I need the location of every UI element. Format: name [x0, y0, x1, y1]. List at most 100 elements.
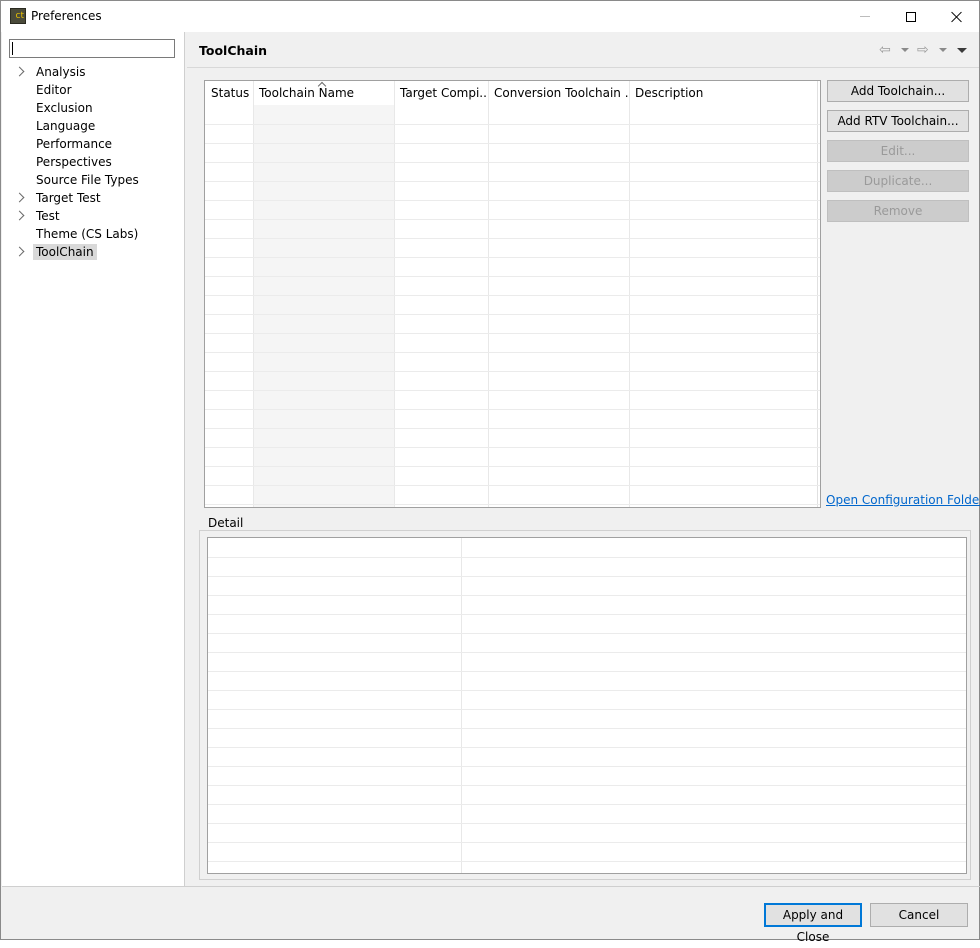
- table-row-line: [205, 333, 820, 334]
- preferences-window: ct Preferences Analysis Editor Exclusion La…: [0, 0, 980, 944]
- maximize-icon: [906, 11, 916, 22]
- text-caret: [12, 42, 13, 55]
- table-row-line: [205, 466, 820, 467]
- chevron-down-icon: [901, 48, 909, 52]
- forward-arrow-icon[interactable]: ⇨: [917, 42, 929, 58]
- detail-row-line: [208, 633, 966, 634]
- apply-and-close-button[interactable]: Apply and Close: [764, 903, 862, 944]
- table-row-line: [205, 428, 820, 429]
- close-button[interactable]: [934, 1, 980, 32]
- tree-item-label: Analysis: [36, 65, 86, 79]
- tree-item[interactable]: Language: [2, 117, 185, 135]
- table-row-line: [205, 276, 820, 277]
- table-row-line: [205, 314, 820, 315]
- add-toolchain-button[interactable]: Add Toolchain...: [827, 80, 969, 102]
- remove-button[interactable]: Remove: [827, 200, 969, 222]
- title-bar: ct Preferences: [1, 1, 979, 32]
- table-row-line: [205, 447, 820, 448]
- detail-row-line: [208, 747, 966, 748]
- tree-item-label: Source File Types: [36, 173, 139, 187]
- preference-page: ToolChain ⇦ ⇨ Status Toolchain Name Target…: [187, 32, 980, 886]
- table-row-line: [205, 162, 820, 163]
- menu-down-icon: [957, 47, 967, 53]
- tree-item-label: Theme (CS Labs): [36, 227, 139, 241]
- detail-row-line: [208, 576, 966, 577]
- detail-row-line: [208, 595, 966, 596]
- table-row-line: [205, 200, 820, 201]
- chevron-right-icon[interactable]: [14, 66, 25, 77]
- detail-row-line: [208, 842, 966, 843]
- table-row-line: [205, 352, 820, 353]
- chevron-down-icon: [939, 48, 947, 52]
- table-row-line: [205, 504, 820, 505]
- tree-item[interactable]: Test: [2, 207, 185, 225]
- window-title: Preferences: [31, 9, 102, 23]
- detail-row-line: [208, 652, 966, 653]
- edit-button[interactable]: Edit...: [827, 140, 969, 162]
- chevron-right-icon[interactable]: [14, 192, 25, 203]
- cancel-button[interactable]: Cancel: [870, 903, 968, 927]
- back-arrow-icon[interactable]: ⇦: [879, 42, 891, 58]
- table-row-line: [205, 238, 820, 239]
- duplicate-button[interactable]: Duplicate...: [827, 170, 969, 192]
- tree-item[interactable]: Target Test: [2, 189, 185, 207]
- back-history-dropdown[interactable]: [901, 42, 909, 58]
- detail-row-line: [208, 823, 966, 824]
- table-row-line: [205, 485, 820, 486]
- view-menu-button[interactable]: [957, 42, 967, 58]
- tree-item-label: ToolChain: [33, 244, 97, 260]
- tree-item-label: Editor: [36, 83, 72, 97]
- chevron-right-icon[interactable]: [14, 246, 25, 257]
- detail-table[interactable]: [207, 537, 967, 874]
- maximize-button[interactable]: [888, 1, 934, 32]
- table-row-line: [205, 371, 820, 372]
- table-header: Status Toolchain Name Target Compi... Conve…: [205, 81, 820, 105]
- close-icon: [951, 11, 963, 23]
- column-header[interactable]: Description: [629, 81, 817, 105]
- detail-row-line: [208, 861, 966, 862]
- detail-row-line: [208, 614, 966, 615]
- table-row-line: [205, 181, 820, 182]
- detail-row-line: [208, 690, 966, 691]
- table-row-line: [205, 295, 820, 296]
- tree-item[interactable]: Editor: [2, 81, 185, 99]
- page-title: ToolChain: [199, 43, 268, 58]
- tree-item-label: Test: [36, 209, 60, 223]
- detail-row-line: [208, 766, 966, 767]
- forward-history-dropdown[interactable]: [939, 42, 947, 58]
- tree-item-label: Target Test: [36, 191, 101, 205]
- column-header[interactable]: Target Compi...: [394, 81, 488, 105]
- tree-item[interactable]: ToolChain: [2, 243, 185, 261]
- filter-input[interactable]: [9, 39, 175, 58]
- table-row-line: [205, 409, 820, 410]
- tree-item-label: Performance: [36, 137, 113, 151]
- table-row-line: [205, 390, 820, 391]
- tree-item[interactable]: Exclusion: [2, 99, 185, 117]
- minimize-icon: [860, 16, 870, 17]
- title-separator: [187, 67, 979, 68]
- table-row-line: [205, 219, 820, 220]
- minimize-button[interactable]: [842, 1, 888, 32]
- table-row-line: [205, 257, 820, 258]
- tree-item[interactable]: Perspectives: [2, 153, 185, 171]
- add-rtv-toolchain-button[interactable]: Add RTV Toolchain...: [827, 110, 969, 132]
- column-separator: [394, 81, 395, 507]
- detail-label: Detail: [205, 516, 247, 530]
- tree-item-label: Language: [36, 119, 96, 133]
- preferences-sidebar: Analysis Editor Exclusion Language Performan…: [2, 32, 185, 886]
- detail-row-line: [208, 557, 966, 558]
- toolchain-table[interactable]: Status Toolchain Name Target Compi... Conve…: [204, 80, 821, 508]
- detail-row-line: [208, 709, 966, 710]
- open-configuration-folder-link[interactable]: Open Configuration Folder: [826, 493, 980, 507]
- tree-item[interactable]: Performance: [2, 135, 185, 153]
- chevron-right-icon[interactable]: [14, 210, 25, 221]
- column-header[interactable]: Status: [205, 81, 253, 105]
- tree-item[interactable]: Source File Types: [2, 171, 185, 189]
- tree-item[interactable]: Theme (CS Labs): [2, 225, 185, 243]
- column-header[interactable]: Conversion Toolchain ...: [488, 81, 629, 105]
- tree-item[interactable]: Analysis: [2, 63, 185, 81]
- table-right-edge: [817, 81, 818, 507]
- column-separator: [488, 81, 489, 507]
- table-row-line: [205, 124, 820, 125]
- detail-row-line: [208, 728, 966, 729]
